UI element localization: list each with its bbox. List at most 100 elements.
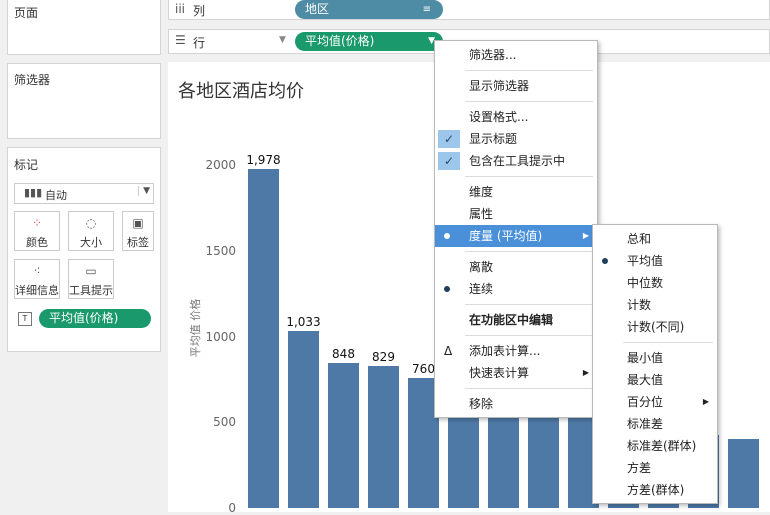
- context-menu-item-label: 显示筛选器: [469, 79, 530, 93]
- tooltip-label: 工具提示: [69, 284, 113, 297]
- submenu-item[interactable]: 平均值: [593, 250, 717, 272]
- context-menu-item[interactable]: 离散: [435, 256, 597, 278]
- submenu-item[interactable]: 中位数: [593, 272, 717, 294]
- radio-dot-icon: [602, 258, 608, 264]
- context-menu-item-label: 连续: [469, 282, 494, 296]
- menu-separator: [465, 101, 593, 102]
- submenu-item[interactable]: 标准差: [593, 413, 717, 435]
- columns-shelf[interactable]: iii 列 地区 ≡: [168, 0, 770, 20]
- context-menu-item[interactable]: 连续: [435, 278, 597, 300]
- bar[interactable]: [528, 405, 559, 508]
- submenu-item[interactable]: 计数(不同): [593, 316, 717, 338]
- menu-separator: [465, 335, 593, 336]
- label-icon: ▣: [132, 216, 144, 230]
- y-tick-label: 1500: [205, 243, 236, 258]
- color-button[interactable]: ⁘ 颜色: [14, 211, 60, 251]
- checkmark-icon: ✓: [438, 130, 460, 148]
- size-label: 大小: [80, 236, 102, 249]
- context-menu-item-label: 添加表计算...: [469, 344, 541, 358]
- submenu-item[interactable]: 总和: [593, 228, 717, 250]
- submenu-item-label: 平均值: [627, 254, 664, 268]
- context-menu-item[interactable]: 快速表计算 ▶: [435, 362, 597, 384]
- context-menu-item-label: 移除: [469, 397, 494, 411]
- context-menu-item-label: 快速表计算: [469, 366, 530, 380]
- label-button[interactable]: ▣ 标签: [122, 211, 154, 251]
- menu-separator: [465, 388, 593, 389]
- rows-dropdown-icon: ▼: [279, 35, 286, 45]
- chevron-down-icon: ▼: [138, 186, 150, 196]
- bar[interactable]: [288, 330, 319, 508]
- context-menu-item[interactable]: 属性: [435, 203, 597, 225]
- context-menu-item-label: 筛选器...: [469, 48, 517, 62]
- context-menu-item[interactable]: 设置格式...: [435, 106, 597, 128]
- context-menu-item[interactable]: Δ 添加表计算...: [435, 340, 597, 362]
- submenu-item-label: 总和: [627, 232, 652, 246]
- y-tick-label: 500: [213, 415, 236, 430]
- size-button[interactable]: ◌ 大小: [68, 211, 114, 251]
- detail-icon: ⁖: [33, 264, 41, 278]
- submenu-item-label: 中位数: [627, 276, 664, 290]
- marks-title: 标记: [14, 158, 39, 172]
- bar[interactable]: [368, 365, 399, 508]
- left-panel-filler: [7, 360, 161, 512]
- submenu-item-label: 最大值: [627, 373, 664, 387]
- submenu-item-label: 方差: [627, 461, 652, 475]
- submenu-item[interactable]: 计数: [593, 294, 717, 316]
- menu-separator: [465, 251, 593, 252]
- tooltip-button[interactable]: ▭ 工具提示: [68, 259, 114, 299]
- columns-dimension-pill[interactable]: 地区 ≡: [295, 0, 443, 19]
- menu-separator: [465, 176, 593, 177]
- bar[interactable]: [328, 362, 359, 508]
- marks-measure-pill[interactable]: 平均值(价格): [39, 309, 151, 328]
- y-tick-label: 2000: [205, 158, 236, 172]
- columns-pill-label: 地区: [305, 2, 330, 16]
- submenu-item[interactable]: 最小值: [593, 347, 717, 369]
- submenu-item[interactable]: 最大值: [593, 369, 717, 391]
- delta-icon: Δ: [444, 344, 453, 358]
- color-icon: ⁘: [31, 216, 43, 230]
- bar-data-label: 1,033: [286, 314, 321, 329]
- context-menu-item[interactable]: ✓ 显示标题: [435, 128, 597, 150]
- context-menu-item[interactable]: 移除: [435, 393, 597, 415]
- filters-title: 筛选器: [14, 73, 51, 87]
- context-menu-item[interactable]: 显示筛选器: [435, 75, 597, 97]
- radio-dot-icon: [444, 233, 450, 239]
- detail-label: 详细信息: [15, 284, 59, 297]
- bar-data-label: 1,978: [246, 152, 281, 167]
- submenu-item-label: 标准差: [627, 417, 664, 431]
- size-icon: ◌: [85, 216, 97, 230]
- context-menu-item-label: 显示标题: [469, 132, 518, 146]
- context-menu-item-label: 离散: [469, 260, 494, 274]
- submenu-item-label: 最小值: [627, 351, 664, 365]
- columns-label: 列: [193, 4, 206, 18]
- context-menu-item[interactable]: ✓ 包含在工具提示中: [435, 150, 597, 172]
- submenu-item-label: 方差(群体): [627, 483, 685, 497]
- context-menu-item[interactable]: 维度: [435, 181, 597, 203]
- context-menu-item[interactable]: 筛选器...: [435, 44, 597, 66]
- mark-type-dropdown[interactable]: ▮▮▮ 自动 ▼: [14, 183, 154, 204]
- submenu-item[interactable]: 方差: [593, 457, 717, 479]
- columns-icon: iii: [175, 2, 186, 16]
- bar-chart-icon: ▮▮▮: [24, 186, 43, 199]
- submenu-item-label: 百分位: [627, 395, 664, 409]
- context-menu-item-label: 维度: [469, 185, 494, 199]
- context-menu-item[interactable]: 在功能区中编辑: [435, 309, 597, 331]
- context-menu-item[interactable]: 度量 (平均值) ▶: [435, 225, 597, 247]
- submenu-arrow-icon: ▶: [582, 368, 589, 377]
- submenu-item[interactable]: 标准差(群体): [593, 435, 717, 457]
- detail-button[interactable]: ⁖ 详细信息: [14, 259, 60, 299]
- context-menu-item-label: 设置格式...: [469, 110, 529, 124]
- filters-panel[interactable]: 筛选器: [7, 63, 161, 139]
- rows-measure-pill[interactable]: 平均值(价格) ▼: [295, 32, 443, 51]
- label-label: 标签: [127, 236, 149, 249]
- context-menu: 筛选器... 显示筛选器设置格式... ✓ 显示标题 ✓ 包含在工具提示中维度属性度量 (…: [434, 40, 598, 418]
- submenu-item[interactable]: 方差(群体): [593, 479, 717, 501]
- bar[interactable]: [248, 168, 279, 508]
- bar[interactable]: [728, 439, 759, 508]
- rows-label: 行: [193, 36, 206, 50]
- marks-panel: 标记 ▮▮▮ 自动 ▼ ⁘ 颜色 ◌ 大小 ▣ 标签 ⁖ 详细信息 ▭ 工具提示…: [7, 147, 161, 352]
- submenu-item[interactable]: 百分位 ▶: [593, 391, 717, 413]
- submenu-item-label: 标准差(群体): [627, 439, 697, 453]
- context-menu-item-label: 属性: [469, 207, 494, 221]
- context-menu-item-label: 度量 (平均值): [469, 229, 543, 243]
